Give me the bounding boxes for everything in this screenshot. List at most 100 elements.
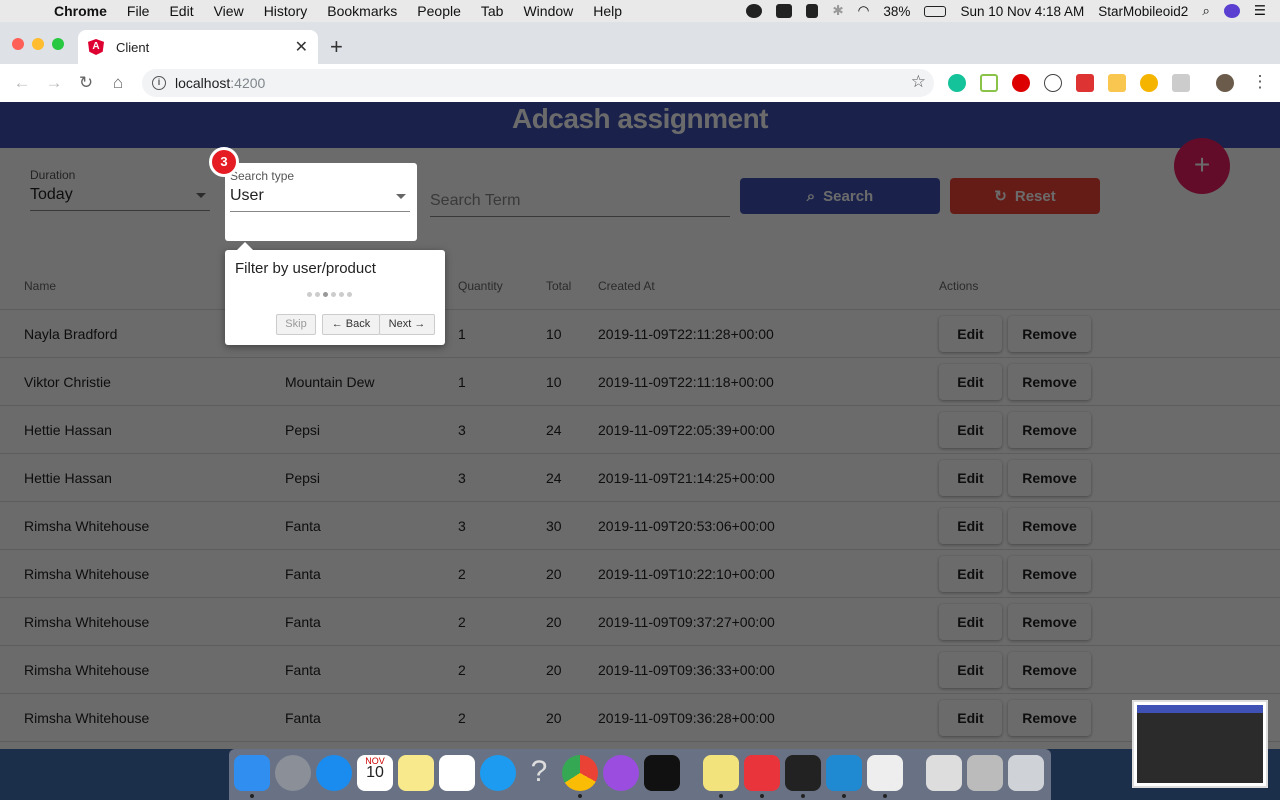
moon-extension-icon[interactable]	[1140, 74, 1158, 92]
anydesk-icon[interactable]	[744, 755, 780, 791]
remove-button[interactable]: Remove	[1008, 411, 1091, 448]
menu-tab[interactable]: Tab	[481, 3, 504, 19]
minimize-window-icon[interactable]	[32, 38, 44, 50]
adblock-extension-icon[interactable]	[1012, 74, 1030, 92]
cors-extension-icon[interactable]	[1076, 74, 1094, 92]
edit-button[interactable]: Edit	[939, 507, 1002, 544]
help-icon[interactable]: ?	[521, 755, 557, 791]
menu-help[interactable]: Help	[593, 3, 622, 19]
search-button[interactable]: ⌕ Search	[740, 178, 940, 214]
address-bar[interactable]: i localhost:4200 ☆	[142, 69, 934, 97]
reset-button[interactable]: ↻ Reset	[950, 178, 1100, 214]
vscode-icon[interactable]	[826, 755, 862, 791]
grammarly-extension-icon[interactable]	[948, 74, 966, 92]
wifi-icon[interactable]: ◠	[858, 3, 870, 19]
menu-history[interactable]: History	[264, 3, 308, 19]
remove-button[interactable]: Remove	[1008, 555, 1091, 592]
edit-button[interactable]: Edit	[939, 363, 1002, 400]
status-app-icon[interactable]	[776, 4, 793, 18]
tour-dot-active	[323, 292, 328, 297]
stickies-icon[interactable]	[703, 755, 739, 791]
reload-icon[interactable]: ↻	[70, 73, 102, 93]
table-row: Rimsha Whitehouse Fanta 3 30 2019-11-09T20:5…	[0, 502, 1280, 550]
cell-total: 24	[546, 421, 562, 438]
calendar-icon[interactable]: NOV 10	[357, 755, 393, 791]
status-grid-icon[interactable]	[806, 4, 819, 18]
site-info-icon[interactable]: i	[152, 76, 166, 90]
remove-button[interactable]: Remove	[1008, 699, 1091, 736]
remove-button[interactable]: Remove	[1008, 603, 1091, 640]
node-extension-icon[interactable]	[980, 74, 998, 92]
menubar-datetime[interactable]: Sun 10 Nov 4:18 AM	[960, 4, 1084, 19]
edit-button[interactable]: Edit	[939, 459, 1002, 496]
menu-view[interactable]: View	[214, 3, 244, 19]
edit-button[interactable]: Edit	[939, 411, 1002, 448]
spotlight-search-icon[interactable]: ⌕	[1202, 3, 1210, 19]
menu-edit[interactable]: Edit	[169, 3, 193, 19]
code-extension-icon[interactable]	[1044, 74, 1062, 92]
sitemap-extension-icon[interactable]	[1172, 74, 1190, 92]
add-order-button[interactable]: +	[1174, 138, 1230, 194]
browser-tab[interactable]: A Client ✕	[78, 30, 318, 64]
back-arrow-icon[interactable]: ←	[6, 73, 38, 93]
search-term-input[interactable]: Search Term	[430, 188, 730, 217]
menubar-username[interactable]: StarMobileoid2	[1098, 4, 1188, 19]
remove-button[interactable]: Remove	[1008, 651, 1091, 688]
tour-back-button[interactable]: ← Back	[322, 314, 380, 335]
podcasts-icon[interactable]	[603, 755, 639, 791]
chrome-menu-icon[interactable]: ⋮	[1244, 72, 1276, 92]
menu-people[interactable]: People	[417, 3, 461, 19]
keyboard-icon[interactable]	[967, 755, 1003, 791]
reminders-icon[interactable]	[439, 755, 475, 791]
edit-button[interactable]: Edit	[939, 555, 1002, 592]
edit-button[interactable]: Edit	[939, 651, 1002, 688]
battery-percent[interactable]: 38%	[883, 4, 910, 19]
search-type-select[interactable]: Search type User	[230, 169, 410, 212]
siri-icon[interactable]	[1223, 4, 1240, 18]
tour-next-button[interactable]: Next →	[379, 314, 435, 335]
remove-button[interactable]: Remove	[1008, 315, 1091, 352]
notes-icon[interactable]	[398, 755, 434, 791]
close-window-icon[interactable]	[12, 38, 24, 50]
apple-tv-icon[interactable]	[644, 755, 680, 791]
creative-cloud-icon[interactable]	[746, 4, 763, 18]
remove-button[interactable]: Remove	[1008, 507, 1091, 544]
menu-bookmarks[interactable]: Bookmarks	[327, 3, 397, 19]
menu-app-name[interactable]: Chrome	[54, 3, 107, 19]
finder-icon[interactable]	[234, 755, 270, 791]
edit-button[interactable]: Edit	[939, 315, 1002, 352]
zoom-window-icon[interactable]	[52, 38, 64, 50]
edit-button[interactable]: Edit	[939, 603, 1002, 640]
sticky-extension-icon[interactable]	[1108, 74, 1126, 92]
cell-product: Fanta	[285, 565, 321, 582]
home-icon[interactable]: ⌂	[102, 73, 134, 93]
screenshot-thumbnail[interactable]	[1132, 700, 1268, 788]
table-row: Hettie Hassan Pepsi 3 24 2019-11-09T21:14:25…	[0, 454, 1280, 502]
new-tab-icon[interactable]: +	[330, 34, 343, 60]
trash-icon[interactable]	[1008, 755, 1044, 791]
battery-icon[interactable]	[924, 5, 947, 17]
tour-skip-button[interactable]: Skip	[276, 314, 316, 335]
preview-icon[interactable]	[926, 755, 962, 791]
profile-avatar[interactable]	[1216, 74, 1234, 92]
remove-button[interactable]: Remove	[1008, 363, 1091, 400]
notification-center-icon[interactable]: ☰	[1254, 3, 1266, 19]
tour-dot	[331, 292, 336, 297]
textedit-icon[interactable]	[867, 755, 903, 791]
forward-arrow-icon[interactable]: →	[38, 73, 70, 93]
menu-window[interactable]: Window	[523, 3, 573, 19]
bluetooth-icon[interactable]: ✱	[832, 3, 843, 19]
app-store-icon[interactable]	[480, 755, 516, 791]
terminal-icon[interactable]	[785, 755, 821, 791]
close-tab-icon[interactable]: ✕	[295, 37, 308, 57]
launchpad-icon[interactable]	[275, 755, 311, 791]
menu-file[interactable]: File	[127, 3, 150, 19]
edit-button[interactable]: Edit	[939, 699, 1002, 736]
chrome-icon[interactable]	[562, 755, 598, 791]
remove-button[interactable]: Remove	[1008, 459, 1091, 496]
safari-icon[interactable]	[316, 755, 352, 791]
web-page: Adcash assignment Duration Today Search …	[0, 102, 1280, 749]
duration-select[interactable]: Duration Today	[30, 168, 210, 211]
bookmark-star-icon[interactable]: ☆	[911, 72, 926, 92]
cell-name: Nayla Bradford	[24, 325, 118, 342]
